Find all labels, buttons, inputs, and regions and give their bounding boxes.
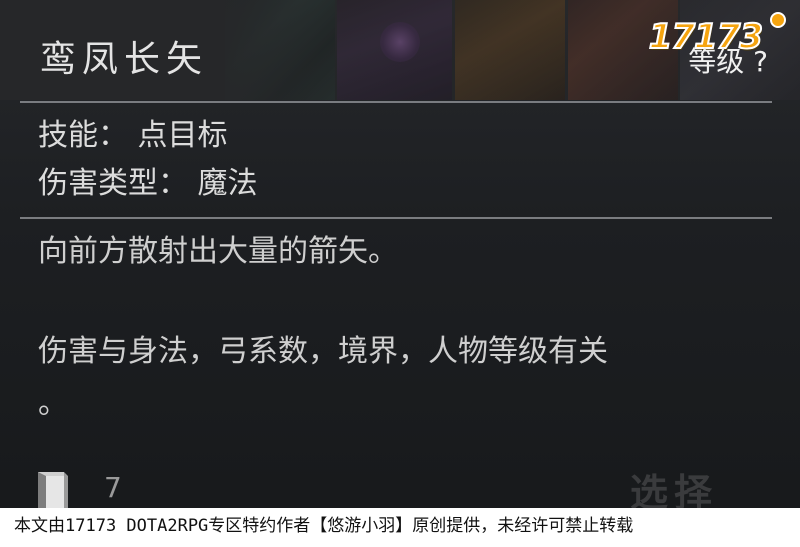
skill-type-line: 技能： 点目标: [38, 118, 228, 153]
cost-value: 7: [104, 471, 122, 504]
skill-tooltip: 鸾凤长矢 17173 等级 ? 技能： 点目标 伤害类型： 魔法 向前方散射出大…: [0, 0, 800, 547]
rune-sigil-icon: [380, 22, 420, 62]
level-label: 等级 ?: [688, 45, 768, 78]
watermark-text: 本文由17173 DOTA2RPG专区特约作者【悠游小羽】原创提供，未经许可禁止…: [14, 516, 634, 536]
description-line: 向前方散射出大量的箭矢。: [38, 234, 398, 269]
logo-dot-icon: [770, 12, 786, 28]
damage-type-line: 伤害类型： 魔法: [38, 166, 258, 201]
divider: [20, 101, 772, 103]
book-icon: [38, 472, 68, 510]
description-line: 伤害与身法，弓系数，境界，人物等级有关: [38, 334, 608, 369]
skill-title: 鸾凤长矢: [40, 39, 209, 80]
description-line: 。: [38, 386, 68, 421]
divider: [20, 217, 772, 219]
